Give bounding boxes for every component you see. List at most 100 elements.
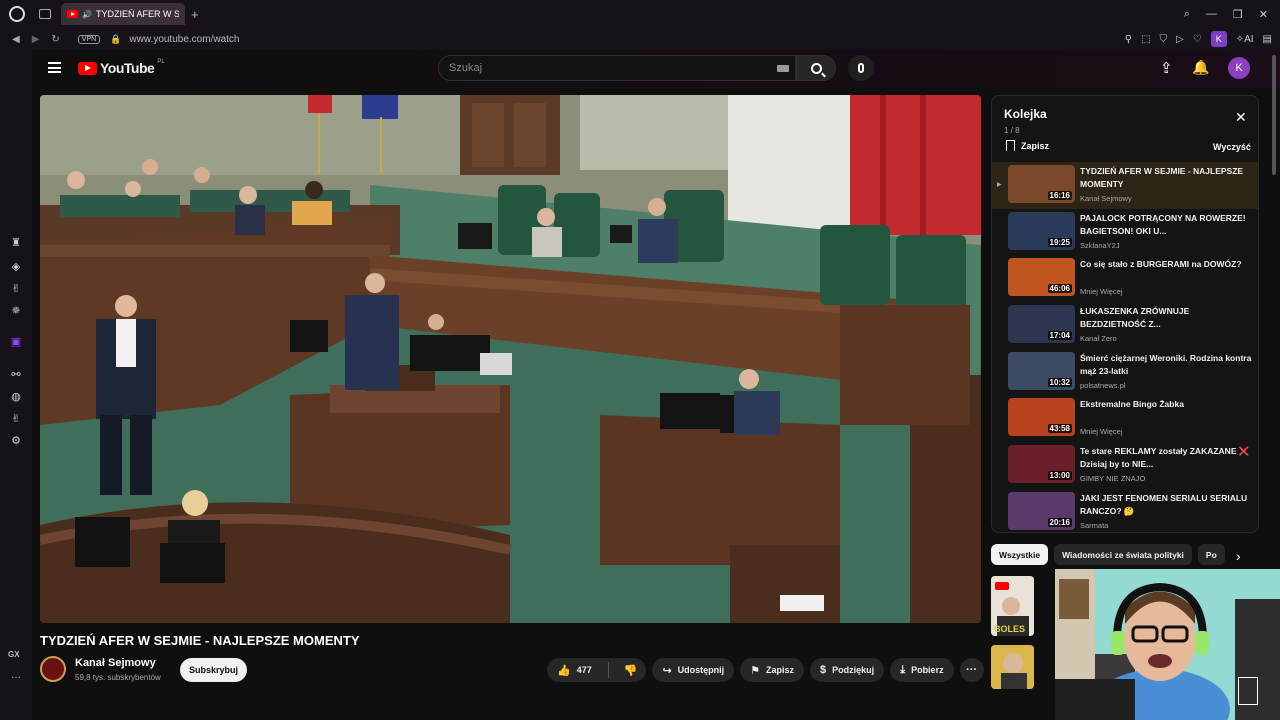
now-playing-icon: ▶ bbox=[997, 182, 1002, 188]
queue-item[interactable]: 13:00 Te stare REKLAMY zostały ZAKAZANE ❌… bbox=[992, 442, 1258, 489]
queue-item-title[interactable]: Śmierć ciężarnej Weroniki. Rodzina kontr… bbox=[1080, 352, 1252, 378]
recommendation-thumbnail[interactable] bbox=[991, 645, 1034, 689]
youtube-logo[interactable]: YouTube PL bbox=[78, 59, 165, 76]
rail-app-4-icon[interactable]: ✵ bbox=[9, 304, 23, 318]
queue-save-button[interactable]: Zapisz bbox=[1006, 140, 1049, 151]
channel-name[interactable]: Kanał Sejmowy bbox=[75, 657, 156, 669]
lock-icon[interactable]: 🔒 bbox=[110, 34, 121, 45]
channel-avatar[interactable] bbox=[40, 656, 66, 682]
filter-chip[interactable]: Po bbox=[1197, 544, 1225, 565]
queue-item-title[interactable]: Te stare REKLAMY zostały ZAKAZANE ❌ Dzis… bbox=[1080, 445, 1252, 471]
queue-item-thumbnail[interactable]: 46:06 bbox=[1008, 258, 1075, 297]
browser-tab-bar: 🔊 TYDZIEŃ AFER W SEJMIE + ⌕ — ❐ ✕ bbox=[0, 0, 1280, 28]
sidebar-toggle-icon[interactable]: ▤ bbox=[1263, 34, 1272, 45]
rail-app-5-icon[interactable]: ⚯ bbox=[9, 368, 23, 382]
rail-settings-icon[interactable]: ⚙ bbox=[9, 434, 23, 448]
upload-icon[interactable]: ⇪ bbox=[1160, 59, 1173, 77]
browser-tab[interactable]: 🔊 TYDZIEŃ AFER W SEJMIE bbox=[61, 3, 185, 25]
queue-item-title[interactable]: JAKI JEST FENOMEN SERIALU SERIALU RANCZO… bbox=[1080, 492, 1252, 518]
queue-item-channel: polsatnews.pl bbox=[1080, 380, 1126, 390]
queue-item-channel: SzklanaY2J bbox=[1080, 240, 1120, 250]
close-queue-icon[interactable]: ✕ bbox=[1235, 110, 1247, 124]
video-player[interactable] bbox=[40, 95, 981, 623]
minimize-icon[interactable]: — bbox=[1206, 8, 1217, 20]
rail-app-1-icon[interactable]: ♜ bbox=[9, 236, 23, 250]
recommendation-thumbnail[interactable]: BOLES bbox=[991, 576, 1034, 636]
queue-item-thumbnail[interactable]: 10:32 bbox=[1008, 351, 1075, 390]
queue-item-title[interactable]: TYDZIEŃ AFER W SEJMIE - NAJLEPSZE MOMENT… bbox=[1080, 165, 1252, 191]
close-window-icon[interactable]: ✕ bbox=[1259, 8, 1268, 21]
queue-item-title[interactable]: Ekstremalne Bingo Żabka bbox=[1080, 398, 1252, 411]
queue-item-title[interactable]: ŁUKASZENKA ZRÓWNUJE BEZDZIETNOŚĆ Z... bbox=[1080, 305, 1252, 331]
queue-item-thumbnail[interactable]: 20:16 bbox=[1008, 491, 1075, 530]
voice-search-button[interactable] bbox=[848, 55, 874, 81]
profile-badge[interactable]: K bbox=[1210, 31, 1227, 47]
shield-icon[interactable]: ⛉ bbox=[1160, 34, 1168, 45]
queue-item-thumbnail[interactable]: 17:04 bbox=[1008, 305, 1075, 344]
pin-icon[interactable]: ⚲ bbox=[1125, 34, 1132, 45]
rail-app-7-icon[interactable]: ✌ bbox=[9, 412, 23, 426]
player-icon[interactable]: ▷ bbox=[1176, 34, 1184, 45]
queue-item-channel: Kanał Zero bbox=[1080, 334, 1117, 344]
queue-item-title[interactable]: PAJALOCK POTRĄCONY NA ROWERZE! BAGIETSON… bbox=[1080, 212, 1252, 238]
thumbs-down-icon: 👎 bbox=[623, 664, 638, 677]
youtube-play-icon bbox=[78, 61, 97, 75]
like-button[interactable]: 👍 477 bbox=[547, 658, 602, 682]
queue-item[interactable]: 20:16 JAKI JEST FENOMEN SERIALU SERIALU R… bbox=[992, 489, 1258, 532]
subscribe-button[interactable]: Subskrybuj bbox=[180, 658, 247, 682]
queue-item-thumbnail[interactable]: 19:25 bbox=[1008, 211, 1075, 250]
rail-app-3-icon[interactable]: ✌ bbox=[9, 282, 23, 296]
reload-icon[interactable]: ↻ bbox=[51, 34, 59, 45]
url-field[interactable]: www.youtube.com/watch bbox=[129, 34, 239, 45]
tab-islands-icon[interactable] bbox=[39, 9, 51, 19]
queue-item[interactable]: 43:58 Ekstremalne Bingo Żabka Mniej Więcej bbox=[992, 395, 1258, 442]
vpn-badge[interactable]: VPN bbox=[77, 34, 101, 44]
opera-logo-icon[interactable] bbox=[9, 6, 25, 22]
menu-icon[interactable] bbox=[48, 62, 61, 73]
resize-handle-icon[interactable] bbox=[1238, 677, 1258, 705]
rail-more-icon[interactable]: ··· bbox=[11, 672, 21, 683]
queue-item[interactable]: 10:32 Śmierć ciężarnej Weroniki. Rodzina … bbox=[992, 349, 1258, 396]
forward-icon[interactable]: ▶ bbox=[32, 34, 40, 45]
notifications-bell-icon[interactable]: 🔔 bbox=[1192, 59, 1209, 76]
dislike-button[interactable]: 👎 bbox=[615, 658, 647, 682]
download-button[interactable]: ⤓ Pobierz bbox=[890, 658, 954, 682]
share-button[interactable]: ↪ Udostępnij bbox=[652, 658, 735, 682]
account-avatar[interactable]: K bbox=[1228, 57, 1250, 79]
chevron-right-icon[interactable]: › bbox=[1236, 548, 1241, 564]
queue-item[interactable]: 46:06 Co się stało z BURGERAMI na DOWÓZ? M… bbox=[992, 255, 1258, 302]
save-button[interactable]: ⚑ Zapisz bbox=[740, 658, 805, 682]
new-tab-button[interactable]: + bbox=[191, 7, 199, 22]
queue-item[interactable]: 17:04 ŁUKASZENKA ZRÓWNUJE BEZDZIETNOŚĆ Z.… bbox=[992, 302, 1258, 349]
rail-app-6-icon[interactable]: ◍ bbox=[9, 390, 23, 404]
search-input[interactable]: Szukaj bbox=[438, 55, 796, 81]
queue-item[interactable]: ▶ 16:16 TYDZIEŃ AFER W SEJMIE - NAJLEPSZE … bbox=[992, 162, 1258, 209]
video-actions: 👍 477 👎 ↪ Udostępnij ⚑ Zapisz $ Podzięku… bbox=[547, 658, 984, 682]
queue-item-thumbnail[interactable]: 16:16 bbox=[1008, 165, 1075, 203]
queue-item-thumbnail[interactable]: 43:58 bbox=[1008, 398, 1075, 437]
heart-icon[interactable]: ♡ bbox=[1193, 34, 1202, 45]
speaker-icon[interactable]: 🔊 bbox=[82, 10, 92, 19]
keyboard-icon[interactable] bbox=[777, 65, 789, 72]
more-actions-button[interactable]: ··· bbox=[959, 658, 984, 682]
snapshot-icon[interactable]: ⬚ bbox=[1141, 34, 1150, 45]
queue-clear-button[interactable]: Wyczyść bbox=[1213, 142, 1251, 152]
filter-chip[interactable]: Wiadomości ze świata polityki bbox=[1054, 544, 1192, 565]
queue-item[interactable]: 19:25 PAJALOCK POTRĄCONY NA ROWERZE! BAGI… bbox=[992, 209, 1258, 256]
search-tabs-icon[interactable]: ⌕ bbox=[1184, 8, 1190, 21]
address-bar: ◀ ▶ ↻ VPN 🔒 www.youtube.com/watch ⚲ ⬚ ⛉ … bbox=[0, 28, 1280, 50]
page-scrollbar[interactable] bbox=[1272, 55, 1276, 175]
country-code: PL bbox=[157, 59, 165, 65]
filter-chip[interactable]: Wszystkie bbox=[991, 544, 1049, 565]
back-icon[interactable]: ◀ bbox=[12, 34, 20, 45]
twitch-icon[interactable]: ▣ bbox=[9, 335, 23, 349]
queue-item-title[interactable]: Co się stało z BURGERAMI na DOWÓZ? bbox=[1080, 258, 1252, 271]
rail-app-2-icon[interactable]: ◈ bbox=[9, 260, 23, 274]
thanks-button[interactable]: $ Podziękuj bbox=[810, 658, 885, 682]
queue-item-thumbnail[interactable]: 13:00 bbox=[1008, 445, 1075, 484]
recommendation-label: BOLES bbox=[994, 624, 1025, 634]
restore-icon[interactable]: ❐ bbox=[1233, 8, 1243, 21]
search-button[interactable] bbox=[796, 55, 836, 81]
gx-label[interactable]: GX bbox=[8, 650, 20, 659]
aria-ai-button[interactable]: ✧AI bbox=[1236, 34, 1254, 45]
